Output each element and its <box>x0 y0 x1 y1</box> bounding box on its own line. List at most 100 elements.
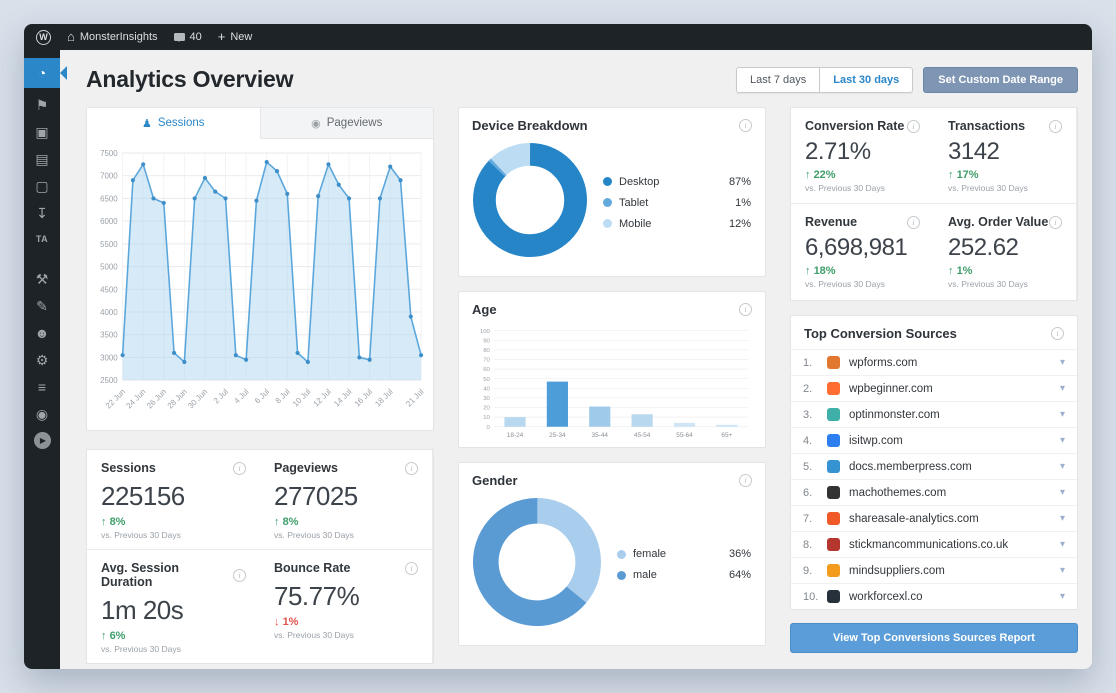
source-row[interactable]: 8. stickmancommunications.co.uk <box>791 531 1077 557</box>
set-custom-date-range-button[interactable]: Set Custom Date Range <box>923 66 1078 93</box>
svg-text:24 Jun: 24 Jun <box>124 387 147 410</box>
chevron-down-icon[interactable] <box>1060 514 1065 524</box>
info-icon[interactable] <box>1049 215 1062 229</box>
sidebar-item-icon: ≡ <box>37 378 47 395</box>
stat-value: 225156 <box>101 481 185 511</box>
page-title: Analytics Overview <box>86 66 294 92</box>
sidebar-item[interactable]: ▣ <box>24 118 60 145</box>
chevron-down-icon[interactable] <box>1060 462 1065 472</box>
source-domain: wpbeginner.com <box>849 382 933 395</box>
legend-item: Desktop 87% <box>603 176 751 188</box>
sidebar-item[interactable]: ⚑ <box>24 91 60 118</box>
source-row[interactable]: 4. isitwp.com <box>791 427 1077 453</box>
sidebar-item[interactable]: ⚙ <box>24 346 60 373</box>
sidebar-item[interactable]: ◔ <box>24 58 67 88</box>
source-row[interactable]: 7. shareasale-analytics.com <box>791 505 1077 531</box>
chevron-down-icon[interactable] <box>1060 566 1065 576</box>
source-domain: stickmancommunications.co.uk <box>849 538 1009 551</box>
device-donut-chart <box>473 143 587 262</box>
tab-pageviews[interactable]: Pageviews <box>260 108 433 139</box>
trend-arrow-icon: ↑ <box>948 265 954 277</box>
info-icon[interactable] <box>405 561 418 575</box>
wordpress-logo[interactable] <box>36 29 51 45</box>
svg-text:25-34: 25-34 <box>549 432 566 439</box>
stat-card: Pageviews 277025 ↑ 8% vs. Previous 30 Da… <box>260 450 433 550</box>
sidebar-item[interactable]: ↧ <box>24 199 60 226</box>
chevron-down-icon[interactable] <box>1060 592 1065 602</box>
source-row[interactable]: 6. machothemes.com <box>791 479 1077 505</box>
source-row[interactable]: 5. docs.memberpress.com <box>791 453 1077 479</box>
comments-menu[interactable]: 40 <box>173 31 202 43</box>
stat-change: ↑ 8% <box>274 516 418 528</box>
view-top-conversions-report-button[interactable]: View Top Conversions Sources Report <box>790 623 1078 653</box>
sidebar-item-icon: ▣ <box>35 123 49 140</box>
svg-text:80: 80 <box>483 348 490 354</box>
info-icon[interactable] <box>405 461 418 475</box>
stat-label: Pageviews <box>274 461 338 475</box>
svg-text:20: 20 <box>483 406 490 412</box>
sidebar-item[interactable]: ≡ <box>24 373 60 400</box>
source-row[interactable]: 3. optinmonster.com <box>791 401 1077 427</box>
info-icon[interactable] <box>739 474 752 487</box>
stat-note: vs. Previous 30 Days <box>274 630 354 640</box>
source-row[interactable]: 10. workforcexl.co <box>791 583 1077 609</box>
chevron-down-icon[interactable] <box>1060 358 1065 368</box>
sessions-chart: 22 Jun 24 Jun 26 Jun 28 Jun 30 Jun 2 Jul 4 Jul… <box>87 139 433 430</box>
sidebar-item[interactable]: ▢ <box>24 172 60 199</box>
info-icon[interactable] <box>907 119 920 133</box>
info-icon[interactable] <box>739 119 752 132</box>
svg-text:22 Jun: 22 Jun <box>104 387 127 410</box>
sidebar-item[interactable]: ✎ <box>24 292 60 319</box>
info-icon[interactable] <box>907 215 920 229</box>
chevron-down-icon[interactable] <box>1060 384 1065 394</box>
info-icon[interactable] <box>1051 327 1064 340</box>
source-rank: 1. <box>803 356 813 369</box>
kpi-value: 6,698,981 <box>805 234 908 261</box>
source-rank: 3. <box>803 408 813 421</box>
source-row[interactable]: 9. mindsuppliers.com <box>791 557 1077 583</box>
legend-item: Tablet 1% <box>603 197 751 209</box>
sidebar-item-icon: ◉ <box>35 405 49 422</box>
chevron-down-icon[interactable] <box>1060 436 1065 446</box>
info-icon[interactable] <box>739 303 752 316</box>
source-favicon <box>827 356 840 369</box>
info-icon[interactable] <box>233 568 246 582</box>
info-icon[interactable] <box>233 461 246 475</box>
new-menu[interactable]: New <box>218 30 252 44</box>
source-favicon <box>827 460 840 473</box>
info-icon[interactable] <box>1049 119 1062 133</box>
age-card: Age 0 10 20 30 40 50 60 70 80 90 100 18-24 25-34 35-4… <box>458 291 766 448</box>
tab-sessions[interactable]: Sessions <box>87 108 261 139</box>
person-icon <box>142 117 152 130</box>
source-row[interactable]: 2. wpbeginner.com <box>791 375 1077 401</box>
card-title: Top Conversion Sources <box>804 326 957 341</box>
source-domain: isitwp.com <box>849 434 903 447</box>
sidebar-item[interactable]: ◉ <box>24 400 60 427</box>
chevron-down-icon[interactable] <box>1060 540 1065 550</box>
sidebar-item[interactable]: ▤ <box>24 145 60 172</box>
kpi-change: ↑ 22% <box>805 169 920 181</box>
sidebar-item[interactable]: ▶ <box>24 427 60 454</box>
source-rank: 8. <box>803 538 813 551</box>
source-row[interactable]: 1. wpforms.com <box>791 350 1077 375</box>
last-30-days-button[interactable]: Last 30 days <box>819 66 914 93</box>
trend-arrow-icon: ↑ <box>948 169 954 181</box>
kpi-change-percent: 18% <box>813 265 836 277</box>
legend-item: female 36% <box>617 548 751 560</box>
stat-change: ↑ 8% <box>101 516 246 528</box>
stat-change-percent: 8% <box>282 516 299 528</box>
plus-icon <box>218 30 226 44</box>
site-menu[interactable]: MonsterInsights <box>67 30 158 44</box>
svg-text:6500: 6500 <box>100 194 118 203</box>
last-7-days-button[interactable]: Last 7 days <box>735 66 821 93</box>
date-range-segment: Last 7 days Last 30 days <box>735 66 914 93</box>
chevron-down-icon[interactable] <box>1060 488 1065 498</box>
card-title: Device Breakdown <box>472 118 588 133</box>
source-rank: 5. <box>803 460 813 473</box>
sidebar-item[interactable]: TA <box>24 226 60 253</box>
sidebar-item[interactable]: ☻ <box>24 319 60 346</box>
chevron-down-icon[interactable] <box>1060 410 1065 420</box>
sidebar-item[interactable]: ⚒ <box>24 265 60 292</box>
tab-sessions-label: Sessions <box>157 117 205 129</box>
device-legend: Desktop 87% Tablet 1% Mobile 12% <box>603 176 751 230</box>
